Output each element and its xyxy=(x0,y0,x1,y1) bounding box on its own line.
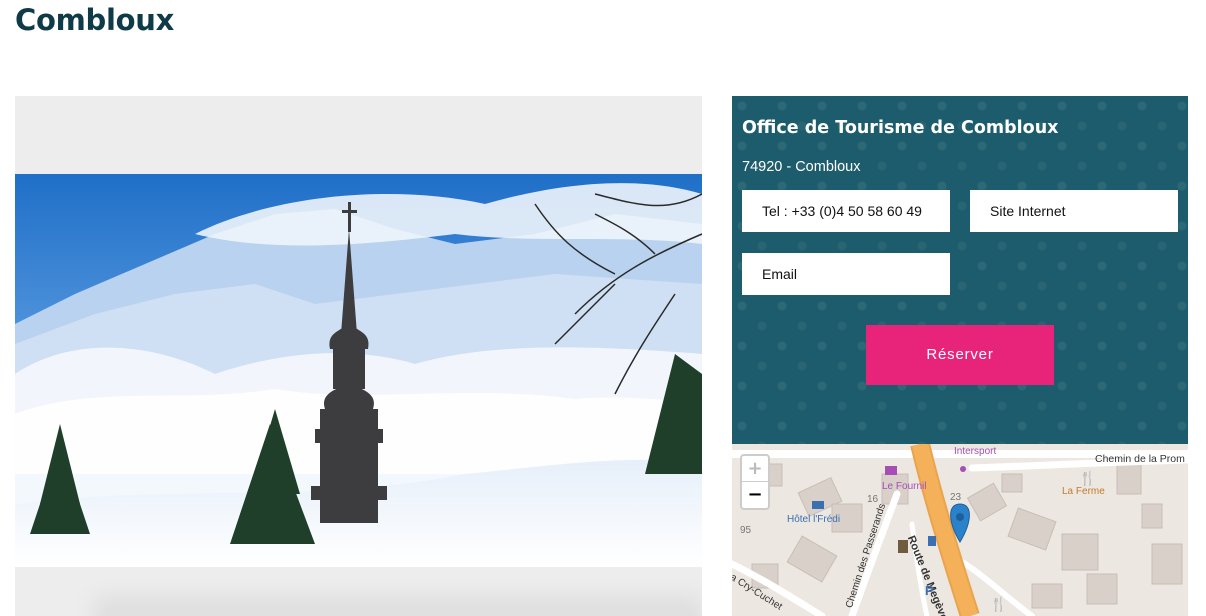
location-map[interactable]: + − Intersport Chemin de la Prom Le Four… xyxy=(732,444,1188,616)
page-title: Combloux xyxy=(15,3,174,37)
restaurant-icon: 🍴 xyxy=(1079,470,1097,486)
office-address: 74920 - Combloux xyxy=(742,159,861,175)
gallery-shadow xyxy=(95,596,702,616)
email-button[interactable]: Email xyxy=(742,253,950,295)
restaurant-icon-2: 🍴 xyxy=(990,596,1008,612)
tourism-office-card: Office de Tourisme de Combloux 74920 - C… xyxy=(732,96,1188,444)
zoom-in-button[interactable]: + xyxy=(742,456,768,482)
zoom-out-button[interactable]: − xyxy=(742,482,768,508)
parking-icon: P xyxy=(925,583,934,598)
phone-button[interactable]: Tel : +33 (0)4 50 58 60 49 xyxy=(742,190,950,232)
map-label-hotel: Hôtel l'Frédi xyxy=(787,514,841,525)
map-tiles xyxy=(732,444,1188,616)
map-label-num-23: 23 xyxy=(950,492,962,503)
combloux-church-photo xyxy=(15,174,702,567)
map-label-num-95: 95 xyxy=(740,525,752,536)
map-label-le-fournil: Le Fournil xyxy=(882,481,927,492)
reserve-button[interactable]: Réserver xyxy=(866,325,1054,385)
map-zoom-control: + − xyxy=(740,454,770,510)
office-name: Office de Tourisme de Combloux xyxy=(742,118,1059,138)
map-label-la-ferme: La Ferme xyxy=(1062,486,1105,497)
map-label-intersport: Intersport xyxy=(954,446,997,457)
map-label-chemin-prom: Chemin de la Prom xyxy=(1095,453,1185,465)
photo-gallery[interactable] xyxy=(15,96,702,616)
website-button[interactable]: Site Internet xyxy=(970,190,1178,232)
